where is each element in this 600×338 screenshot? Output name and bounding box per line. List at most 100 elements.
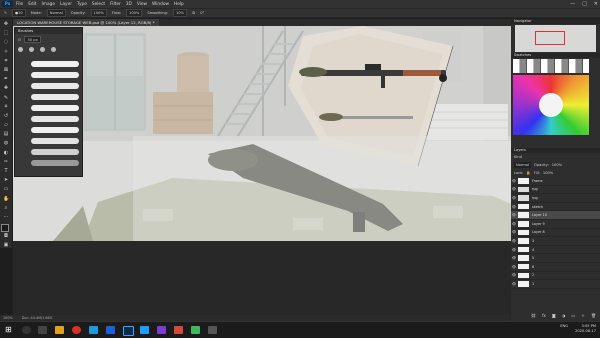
layer-row[interactable]: 👁 5 <box>511 254 600 263</box>
layer-filter-kind[interactable]: Kind <box>514 154 522 160</box>
new-layer-icon[interactable]: ＋ <box>581 313 585 319</box>
fx-icon[interactable]: fx <box>542 313 546 319</box>
screen-mode-icon[interactable]: ▣ <box>3 243 9 248</box>
brush-size-preset[interactable]: ●30 <box>12 9 26 17</box>
gear-icon[interactable]: ⚙ <box>192 11 195 15</box>
trash-icon[interactable]: 🗑 <box>591 313 596 319</box>
fill-input[interactable]: 100% <box>543 170 553 176</box>
crop-tool-icon[interactable]: ⌗ <box>3 58 9 64</box>
swatches-title[interactable]: Swatches <box>511 53 600 58</box>
brush-stroke-preview[interactable] <box>31 60 79 67</box>
menu-select[interactable]: Select <box>92 2 105 7</box>
quick-select-tool-icon[interactable]: ✧ <box>3 49 9 55</box>
brush-tip-preset[interactable] <box>51 47 56 52</box>
clock[interactable]: 3:05 PM 2020-08-17 <box>575 324 596 334</box>
visibility-eye-icon[interactable]: 👁 <box>511 205 517 209</box>
layer-row[interactable]: 👁 3 <box>511 237 600 246</box>
menu-filter[interactable]: Filter <box>110 2 121 7</box>
path-select-tool-icon[interactable]: ➤ <box>3 178 9 183</box>
healing-tool-icon[interactable]: ✚ <box>3 86 9 91</box>
menu-edit[interactable]: Edit <box>28 2 36 7</box>
visibility-eye-icon[interactable]: 👁 <box>511 265 517 269</box>
foreground-color-swatch[interactable] <box>1 224 9 233</box>
layer-row[interactable]: 👁 rpg <box>511 194 600 203</box>
visibility-eye-icon[interactable]: 👁 <box>511 282 517 286</box>
mode-select[interactable]: Normal <box>46 9 66 17</box>
brush-stroke-preview[interactable] <box>31 148 79 155</box>
document-tab[interactable]: LOCATION WAREHOUSE STORAGE WEB.psd @ 100… <box>13 19 159 26</box>
photoshop-taskbar-icon[interactable] <box>123 326 134 336</box>
menu-view[interactable]: View <box>137 2 147 7</box>
visibility-eye-icon[interactable]: 👁 <box>511 248 517 252</box>
flow-input[interactable]: 100% <box>126 9 143 17</box>
windows-start-icon[interactable]: ⊞ <box>5 326 14 334</box>
menu-help[interactable]: Help <box>174 2 184 7</box>
visibility-eye-icon[interactable]: 👁 <box>511 273 517 277</box>
task-view-icon[interactable] <box>38 326 47 334</box>
steam-icon[interactable] <box>140 326 149 334</box>
minimize-button[interactable]: — <box>570 1 575 7</box>
app-icon[interactable] <box>89 326 98 334</box>
brush-stroke-preview[interactable] <box>31 82 79 89</box>
pen-tool-icon[interactable]: ✑ <box>3 159 9 165</box>
gradient-tool-icon[interactable]: ▤ <box>3 132 9 137</box>
shape-tool-icon[interactable]: ▭ <box>3 187 9 192</box>
color-swatches[interactable] <box>1 224 12 236</box>
layer-row[interactable]: 👁 rpg <box>511 186 600 195</box>
lasso-tool-icon[interactable]: ◌ <box>3 40 9 45</box>
search-icon[interactable] <box>22 326 31 334</box>
brush-stroke-preview[interactable] <box>31 93 79 100</box>
swatches-grid[interactable] <box>513 59 598 147</box>
close-button[interactable]: ✕ <box>594 1 598 7</box>
file-explorer-icon[interactable] <box>55 326 64 334</box>
lock-icon[interactable]: 🔒 <box>526 170 530 176</box>
visibility-eye-icon[interactable]: 👁 <box>511 256 517 260</box>
type-tool-icon[interactable]: T <box>3 169 9 174</box>
app-icon[interactable] <box>157 326 166 334</box>
visibility-eye-icon[interactable]: 👁 <box>511 179 517 183</box>
hand-tool-icon[interactable]: ✋ <box>3 196 9 202</box>
group-icon[interactable]: ▭ <box>571 313 575 319</box>
visibility-eye-icon[interactable]: 👁 <box>511 222 517 226</box>
layer-row[interactable]: 👁 2 <box>511 272 600 281</box>
gray-swatches[interactable] <box>513 59 589 73</box>
layer-row[interactable]: 👁 Layer 9 <box>511 220 600 229</box>
brush-tool-icon[interactable]: ✎ <box>3 95 9 101</box>
dodge-tool-icon[interactable]: ◐ <box>3 150 9 156</box>
clone-stamp-tool-icon[interactable]: ⚘ <box>3 104 9 110</box>
link-layers-icon[interactable]: ⛓ <box>531 313 536 319</box>
maximize-button[interactable]: □ <box>582 1 587 7</box>
brush-stroke-preview[interactable] <box>31 104 79 111</box>
layer-row[interactable]: 👁 Frame <box>511 177 600 186</box>
brush-stroke-preview[interactable] <box>31 137 79 144</box>
brush-stroke-preview[interactable] <box>31 71 79 78</box>
brush-tip-preset[interactable] <box>18 47 23 52</box>
visibility-eye-icon[interactable]: 👁 <box>511 230 517 234</box>
visibility-eye-icon[interactable]: 👁 <box>511 239 517 243</box>
app-icon[interactable] <box>106 326 115 334</box>
brush-stroke-preview[interactable] <box>31 126 79 133</box>
opacity-input[interactable]: 100% <box>90 9 107 17</box>
layer-row[interactable]: 👁 sketch <box>511 203 600 212</box>
menu-image[interactable]: Image <box>42 2 55 7</box>
brush-tip-preset[interactable] <box>29 47 34 52</box>
brush-stroke-preview[interactable] <box>31 115 79 122</box>
mask-icon[interactable]: ◙ <box>552 313 556 319</box>
layer-row-selected[interactable]: 👁 Layer 10 <box>511 211 600 220</box>
navigator-preview[interactable] <box>515 25 596 52</box>
eyedropper-tool-icon[interactable]: ✒ <box>3 77 9 82</box>
app-icon[interactable] <box>191 326 200 334</box>
layer-opacity-input[interactable]: 100% <box>552 162 562 168</box>
menu-file[interactable]: File <box>16 2 23 7</box>
visibility-eye-icon[interactable]: 👁 <box>511 213 517 217</box>
menu-layer[interactable]: Layer <box>60 2 72 7</box>
canvas[interactable] <box>13 26 511 241</box>
more-tools-icon[interactable]: ⋯ <box>3 214 9 220</box>
quick-mask-icon[interactable]: ◘ <box>3 233 9 239</box>
navigator-title[interactable]: Navigator <box>511 19 600 24</box>
visibility-eye-icon[interactable]: 👁 <box>511 196 517 200</box>
brush-tool-icon[interactable]: ✎ <box>4 11 7 15</box>
layer-row[interactable]: 👁 1 <box>511 280 600 289</box>
navigator-view-box[interactable] <box>535 31 565 45</box>
chrome-icon[interactable] <box>72 326 81 334</box>
